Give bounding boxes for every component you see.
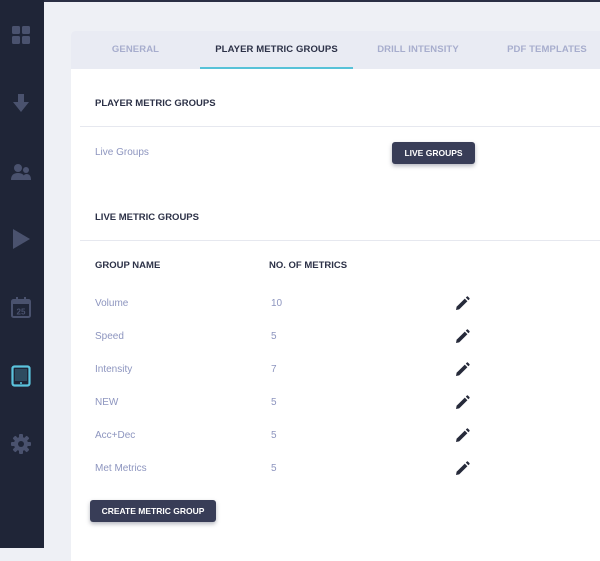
divider	[80, 126, 600, 127]
users-icon[interactable]	[10, 161, 32, 183]
edit-pencil-icon[interactable]	[454, 362, 470, 378]
group-name: Acc+Dec	[95, 430, 136, 441]
edit-pencil-icon[interactable]	[454, 428, 470, 444]
create-metric-group-button[interactable]: CREATE METRIC GROUP	[90, 500, 216, 522]
metric-count: 5	[271, 331, 277, 342]
svg-text:25: 25	[17, 308, 26, 317]
player-metric-groups-title: PLAYER METRIC GROUPS	[95, 98, 216, 109]
edit-pencil-icon[interactable]	[454, 461, 470, 477]
metric-count: 5	[271, 397, 277, 408]
group-name: Intensity	[95, 364, 133, 375]
table-row: NEW 5	[71, 395, 600, 417]
grid-icon[interactable]	[10, 24, 32, 46]
metric-count: 5	[271, 463, 277, 474]
gear-icon[interactable]	[10, 433, 32, 455]
tab-general[interactable]: GENERAL	[71, 31, 200, 69]
group-name: Volume	[95, 298, 129, 309]
group-name: Speed	[95, 331, 124, 342]
calendar-icon[interactable]: 25	[10, 297, 32, 319]
edit-pencil-icon[interactable]	[454, 395, 470, 411]
table-row: Acc+Dec 5	[71, 428, 600, 450]
edit-pencil-icon[interactable]	[454, 329, 470, 345]
group-name: NEW	[95, 397, 119, 408]
play-icon[interactable]	[10, 228, 32, 250]
metric-count: 7	[271, 364, 277, 375]
table-row: Volume 10	[71, 296, 600, 318]
tab-pdf-templates[interactable]: PDF TEMPLATES	[483, 31, 600, 69]
tab-bar: GENERAL PLAYER METRIC GROUPS DRILL INTEN…	[71, 31, 600, 69]
live-groups-label: Live Groups	[95, 147, 149, 158]
metric-count: 10	[271, 298, 283, 309]
tablet-icon[interactable]	[10, 365, 32, 387]
column-header-metric-count: NO. OF METRICS	[269, 260, 348, 271]
table-row: Speed 5	[71, 329, 600, 351]
live-metric-groups-title: LIVE METRIC GROUPS	[95, 212, 199, 223]
column-header-group-name: GROUP NAME	[95, 260, 161, 271]
table-row: Met Metrics 5	[71, 461, 600, 483]
top-border	[0, 0, 600, 2]
divider	[80, 240, 600, 241]
download-icon[interactable]	[10, 92, 32, 114]
metric-count: 5	[271, 430, 277, 441]
tab-player-metric-groups[interactable]: PLAYER METRIC GROUPS	[200, 31, 353, 69]
group-name: Met Metrics	[95, 463, 147, 474]
table-row: Intensity 7	[71, 362, 600, 384]
settings-panel: GENERAL PLAYER METRIC GROUPS DRILL INTEN…	[71, 31, 600, 561]
sidebar: 25	[0, 0, 44, 548]
tab-drill-intensity[interactable]: DRILL INTENSITY	[353, 31, 483, 69]
live-groups-button[interactable]: LIVE GROUPS	[392, 142, 475, 164]
edit-pencil-icon[interactable]	[454, 296, 470, 312]
